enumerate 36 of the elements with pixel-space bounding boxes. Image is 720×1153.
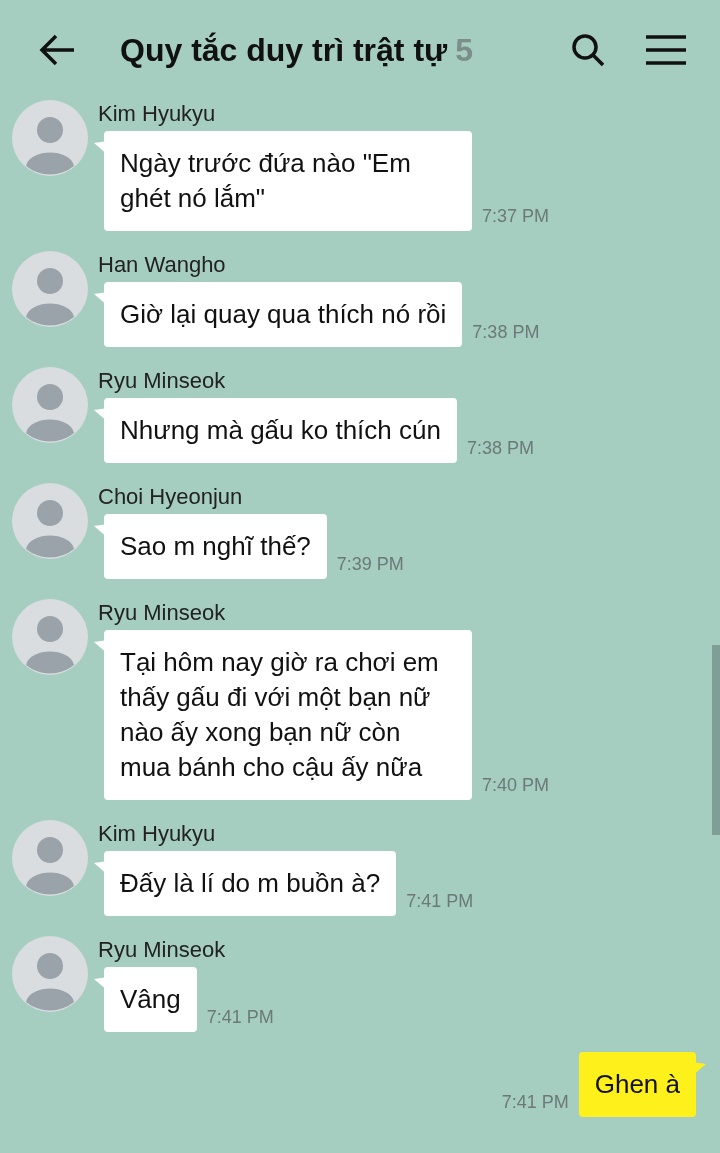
avatar-icon[interactable] [12, 100, 88, 176]
avatar-icon[interactable] [12, 599, 88, 675]
message-time: 7:38 PM [472, 321, 540, 344]
message-time: 7:41 PM [501, 1091, 569, 1114]
message-time: 7:41 PM [406, 890, 474, 913]
message-bubble: Vâng [104, 967, 197, 1032]
sender-name: Ryu Minseok [98, 599, 227, 627]
avatar-icon[interactable] [12, 367, 88, 443]
member-count: 5 [455, 31, 473, 70]
chat-title: Quy tắc duy trì trật tự [120, 31, 448, 70]
message-time: 7:41 PM [206, 1006, 274, 1029]
sender-name: Han Wangho [98, 251, 227, 279]
menu-icon[interactable] [646, 34, 686, 66]
avatar-icon[interactable] [12, 483, 88, 559]
sender-name: Kim Hyukyu [98, 100, 217, 128]
message-bubble: Giờ lại quay qua thích nó rồi [104, 282, 463, 347]
sender-name: Kim Hyukyu [98, 820, 217, 848]
message-bubble: Nhưng mà gấu ko thích cún [104, 398, 457, 463]
message-bubble: Đấy là lí do m buồn à? [104, 851, 397, 916]
avatar-icon[interactable] [12, 251, 88, 327]
message-time: 7:39 PM [336, 553, 404, 576]
message-time: 7:40 PM [482, 774, 550, 797]
sender-name: Ryu Minseok [98, 936, 227, 964]
message-bubble: Ghen à [578, 1052, 696, 1117]
search-icon[interactable] [570, 32, 606, 68]
sender-name: Ryu Minseok [98, 367, 227, 395]
message-bubble: Tại hôm nay giờ ra chơi em thấy gấu đi với một bạn nữ nào ấy xong bạn nữ còn mua bánh cho cậu ấy nữa [104, 630, 472, 800]
message-time: 7:37 PM [482, 205, 550, 228]
message-bubble: Ngày trước đứa nào "Em ghét nó lắm" [104, 131, 472, 231]
avatar-icon[interactable] [12, 820, 88, 896]
back-arrow-icon[interactable] [38, 33, 76, 67]
sender-name: Choi Hyeonjun [98, 483, 244, 511]
message-bubble: Sao m nghĩ thế? [104, 514, 327, 579]
scrollbar-icon [712, 645, 720, 835]
avatar-icon[interactable] [12, 936, 88, 1012]
message-time: 7:38 PM [466, 437, 534, 460]
